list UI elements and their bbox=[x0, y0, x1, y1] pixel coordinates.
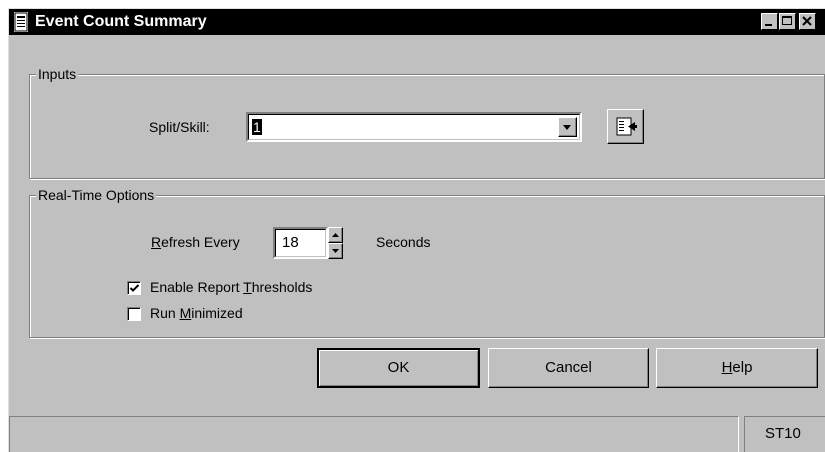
split-skill-dropdown-button[interactable] bbox=[558, 117, 577, 137]
enable-thresholds-checkbox[interactable] bbox=[127, 281, 141, 295]
browse-list-icon bbox=[616, 117, 637, 136]
title-bar[interactable]: Event Count Summary bbox=[9, 9, 825, 35]
cancel-button-label: Cancel bbox=[545, 359, 592, 376]
status-code-pane: ST10 bbox=[744, 416, 825, 452]
realtime-group-label: Real-Time Options bbox=[36, 187, 157, 203]
refresh-interval-spinner[interactable] bbox=[328, 227, 343, 259]
ok-button-label: OK bbox=[387, 359, 410, 376]
browse-list-button[interactable] bbox=[607, 109, 644, 144]
status-message-pane bbox=[9, 416, 739, 452]
split-skill-combobox[interactable]: 1 bbox=[246, 112, 582, 142]
enable-thresholds-label[interactable]: Enable Report Thresholds bbox=[150, 279, 312, 295]
split-skill-label: Split/Skill: bbox=[149, 119, 210, 135]
minimize-icon bbox=[765, 24, 772, 26]
refresh-every-label: Refresh Every bbox=[151, 234, 240, 250]
dialog-window: Event Count Summary Inputs Split/Skill: … bbox=[8, 8, 825, 452]
run-minimized-checkbox[interactable] bbox=[127, 307, 141, 321]
window-title: Event Count Summary bbox=[35, 13, 207, 30]
spin-down-icon bbox=[332, 249, 339, 253]
cancel-button[interactable]: Cancel bbox=[488, 348, 649, 388]
close-icon bbox=[802, 16, 812, 26]
ok-button[interactable]: OK bbox=[317, 348, 480, 388]
spin-down-button[interactable] bbox=[328, 243, 343, 259]
spin-up-icon bbox=[332, 233, 339, 237]
refresh-interval-input[interactable]: 18 bbox=[273, 227, 328, 259]
realtime-options-group: Real-Time Options bbox=[29, 187, 825, 338]
close-button[interactable] bbox=[799, 13, 816, 30]
status-code: ST10 bbox=[765, 425, 801, 442]
chevron-down-icon bbox=[563, 125, 571, 130]
refresh-interval-value: 18 bbox=[282, 234, 299, 251]
help-button-label: Help bbox=[721, 359, 753, 376]
minimize-button[interactable] bbox=[761, 13, 778, 30]
help-button[interactable]: Help bbox=[656, 348, 818, 388]
split-skill-value: 1 bbox=[252, 119, 262, 135]
checkmark-icon bbox=[129, 284, 140, 292]
seconds-label: Seconds bbox=[376, 234, 431, 250]
status-bar: ST10 bbox=[9, 410, 825, 452]
maximize-icon bbox=[782, 16, 792, 25]
report-icon bbox=[13, 12, 29, 32]
spin-up-button[interactable] bbox=[328, 227, 343, 243]
run-minimized-label[interactable]: Run Minimized bbox=[150, 305, 243, 321]
maximize-button[interactable] bbox=[779, 13, 796, 30]
inputs-group-label: Inputs bbox=[36, 66, 79, 82]
